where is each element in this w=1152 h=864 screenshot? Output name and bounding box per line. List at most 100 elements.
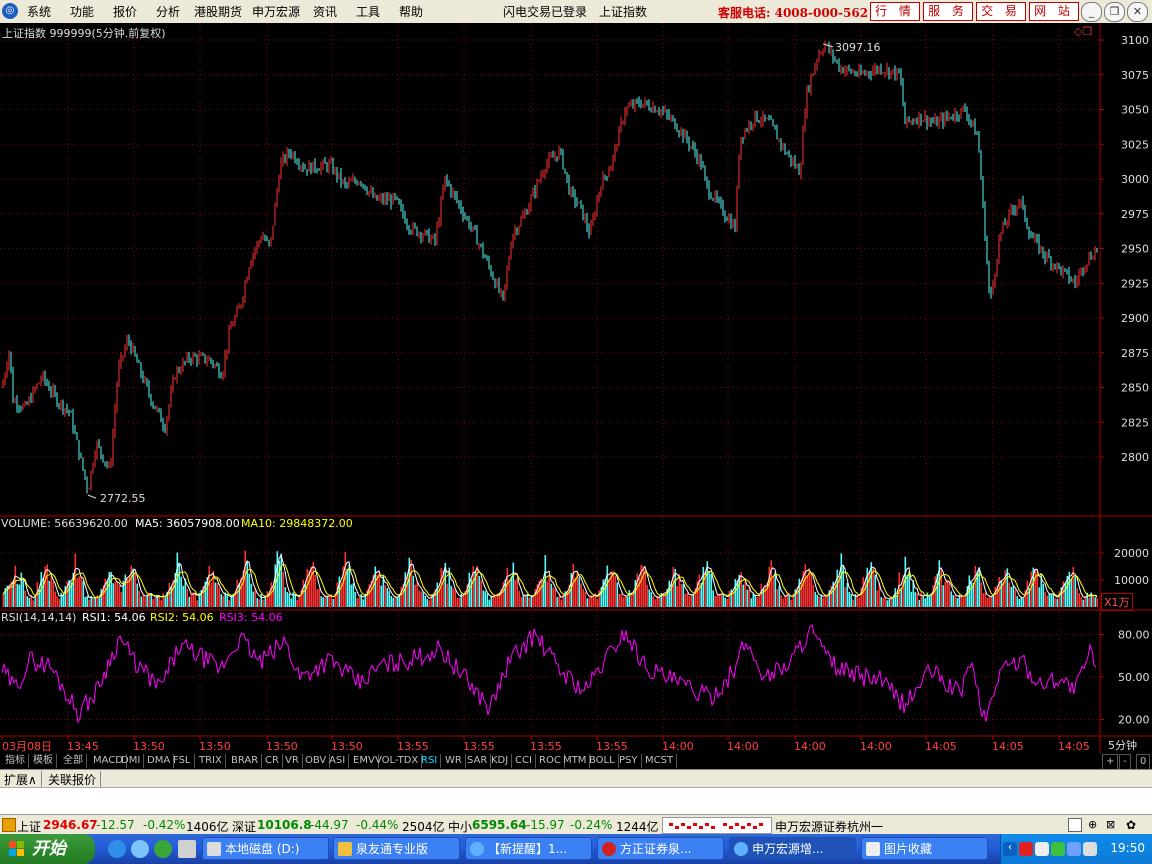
period-label[interactable]: 5分钟 bbox=[1108, 737, 1137, 753]
indicator-tab-fsl[interactable]: FSL bbox=[170, 754, 195, 768]
time-axis-label: 13:55 bbox=[596, 740, 628, 753]
volume-bar bbox=[630, 593, 633, 607]
indicator-tab-指标[interactable]: 指标 bbox=[2, 754, 29, 768]
volume-bar bbox=[824, 595, 827, 607]
layout-icon[interactable] bbox=[1068, 818, 1082, 832]
volume-bar bbox=[950, 591, 953, 607]
volume-bar bbox=[512, 562, 515, 607]
indicator-tab-cci[interactable]: CCI bbox=[512, 754, 536, 768]
ticker-icon[interactable] bbox=[2, 818, 16, 832]
tray-shield-icon[interactable] bbox=[1067, 842, 1081, 856]
volume-bar bbox=[582, 588, 585, 607]
task-local-disk-label: 本地磁盘 (D:) bbox=[225, 842, 300, 856]
start-button[interactable]: 开始 bbox=[0, 834, 95, 864]
volume-bar bbox=[518, 590, 521, 607]
trade-button[interactable]: 交 易 bbox=[976, 2, 1026, 21]
volume-bar bbox=[782, 598, 785, 607]
market-button[interactable]: 行 情 bbox=[870, 2, 920, 21]
close-icon[interactable]: ✕ bbox=[1127, 2, 1148, 22]
menu-quote[interactable]: 报价 bbox=[113, 3, 137, 20]
indicator-tab-psy[interactable]: PSY bbox=[616, 754, 642, 768]
related-quote-tab[interactable]: 关联报价 bbox=[44, 771, 102, 788]
volume-bar bbox=[356, 598, 359, 607]
menu-function[interactable]: 功能 bbox=[70, 3, 94, 20]
task-pictures[interactable]: 图片收藏 bbox=[861, 837, 988, 860]
task-quanyoutong[interactable]: 泉友通专业版 bbox=[333, 837, 460, 860]
volume-bar bbox=[848, 591, 851, 607]
task-new-reminder[interactable]: 【新提醒】1... bbox=[465, 837, 592, 860]
volume-bar bbox=[126, 578, 129, 607]
minimize-icon[interactable]: _ bbox=[1081, 2, 1102, 22]
indicator-tab-wr[interactable]: WR bbox=[442, 754, 466, 768]
indicator-tab-模板[interactable]: 模板 bbox=[30, 754, 57, 768]
volume-bar bbox=[1074, 576, 1077, 607]
zoom-control-2[interactable]: 0 bbox=[1136, 754, 1151, 770]
indicator-tab-全部[interactable]: 全部 bbox=[60, 754, 87, 768]
indicator-tab-mcst[interactable]: MCST bbox=[642, 754, 678, 768]
chart-canvas[interactable]: 3100 3075 3050 3025 3000 2975 2950 2925 2900 2875… bbox=[0, 23, 1152, 753]
task-local-disk[interactable]: 本地磁盘 (D:) bbox=[202, 837, 329, 860]
menu-news[interactable]: 资讯 bbox=[313, 3, 337, 20]
volume-bar bbox=[910, 591, 913, 607]
volume-bar bbox=[514, 579, 517, 607]
volume-bar bbox=[384, 585, 387, 607]
restore-icon[interactable]: ❐ bbox=[1104, 2, 1125, 22]
volume-bar bbox=[764, 585, 767, 607]
indicator-tab-rsi[interactable]: RSI bbox=[418, 754, 442, 768]
volume-bar bbox=[80, 576, 83, 607]
lock-icon[interactable]: ⊠ bbox=[1106, 818, 1115, 831]
volume-bar bbox=[1012, 586, 1015, 607]
price-tick-label: 3000 bbox=[1121, 173, 1149, 186]
indicator-tab-cr[interactable]: CR bbox=[262, 754, 283, 768]
zoom-control-0[interactable]: + bbox=[1102, 754, 1119, 770]
indicator-tab-vol-tdx[interactable]: VOL-TDX bbox=[372, 754, 423, 768]
volume-bar bbox=[1054, 598, 1057, 607]
volume-bar bbox=[688, 596, 691, 607]
sz-change: -44.97 bbox=[310, 818, 349, 832]
indicator-tab-trix[interactable]: TRIX bbox=[196, 754, 226, 768]
menu-hk-futures[interactable]: 港股期货 bbox=[194, 3, 242, 20]
volume-bar bbox=[78, 576, 81, 607]
volume-bar bbox=[540, 578, 543, 607]
volume-bar bbox=[754, 594, 757, 607]
zoom-control-1[interactable]: - bbox=[1119, 754, 1131, 770]
tray-network-icon[interactable] bbox=[1019, 842, 1033, 856]
website-button[interactable]: 网 站 bbox=[1029, 2, 1079, 21]
chart-mode-icons[interactable]: ◇❐ bbox=[1074, 25, 1092, 38]
menu-system[interactable]: 系统 bbox=[27, 3, 51, 20]
menu-shenwan[interactable]: 申万宏源 bbox=[252, 3, 300, 20]
settings-icon[interactable]: ✿ bbox=[1126, 818, 1136, 832]
indicator-tab-vr[interactable]: VR bbox=[282, 754, 303, 768]
indicator-tab-asi[interactable]: ASI bbox=[326, 754, 350, 768]
volume-bar bbox=[852, 599, 855, 607]
menu-help[interactable]: 帮助 bbox=[399, 3, 423, 20]
show-desktop-icon[interactable] bbox=[178, 840, 196, 858]
indicator-tab-brar[interactable]: BRAR bbox=[228, 754, 263, 768]
volume-bar bbox=[352, 583, 355, 607]
volume-bar bbox=[628, 590, 631, 607]
indicator-tab-kdj[interactable]: KDJ bbox=[488, 754, 513, 768]
expand-tab[interactable]: 扩展∧ bbox=[0, 771, 42, 788]
service-button[interactable]: 服 务 bbox=[923, 2, 973, 21]
tray-player-icon[interactable] bbox=[1051, 842, 1065, 856]
tray-volume-icon[interactable] bbox=[1083, 842, 1097, 856]
volume-bar bbox=[248, 573, 251, 607]
chrome-icon[interactable] bbox=[154, 840, 172, 858]
indicator-tab-dmi[interactable]: DMI bbox=[118, 754, 145, 768]
browser-icon[interactable] bbox=[131, 840, 149, 858]
volume-bar bbox=[584, 591, 587, 607]
task-founder[interactable]: 方正证券泉... bbox=[597, 837, 724, 860]
volume-bar bbox=[1080, 597, 1083, 607]
ie-icon[interactable] bbox=[108, 840, 126, 858]
volume-bar bbox=[346, 568, 349, 607]
volume-bar bbox=[574, 577, 577, 607]
tray-user-icon[interactable] bbox=[1035, 842, 1049, 856]
task-shenwan[interactable]: 申万宏源增... bbox=[729, 837, 856, 860]
indicator-tab-boll[interactable]: BOLL bbox=[586, 754, 619, 768]
signal-icon[interactable]: ⊕ bbox=[1088, 818, 1097, 831]
menu-analysis[interactable]: 分析 bbox=[156, 3, 180, 20]
menu-tools[interactable]: 工具 bbox=[356, 3, 380, 20]
app-logo-icon[interactable]: ◎ bbox=[2, 3, 18, 19]
volume-bar bbox=[698, 574, 701, 607]
tray-collapse-icon[interactable]: ‹ bbox=[1003, 842, 1017, 856]
